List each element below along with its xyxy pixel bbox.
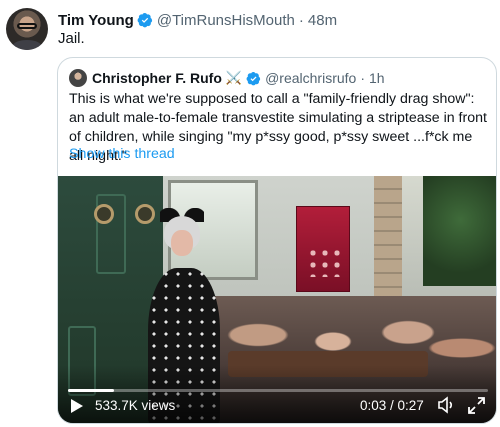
tweet-time[interactable]: 48m [308, 12, 337, 29]
performer-face [171, 230, 193, 256]
verified-badge-icon [137, 13, 152, 28]
quoted-time[interactable]: 1h [369, 70, 385, 86]
avatar-shirt [12, 40, 42, 50]
verified-badge-icon [246, 71, 261, 85]
video-player[interactable]: 533.7K views 0:03 / 0:27 [58, 176, 496, 423]
video-controls: 533.7K views 0:03 / 0:27 [58, 394, 496, 422]
wall-sconce [94, 204, 114, 224]
tweet-text: Jail. [58, 30, 85, 47]
fullscreen-icon[interactable] [467, 396, 486, 415]
show-thread-link[interactable]: Show this thread [69, 146, 175, 162]
quoted-header: Christopher F. Rufo ⚔️ @realchrisrufo · … [69, 68, 385, 88]
video-scene-stone [374, 176, 402, 306]
quoted-tweet[interactable]: Christopher F. Rufo ⚔️ @realchrisrufo · … [57, 57, 497, 424]
avatar-glasses [17, 23, 37, 29]
volume-icon[interactable] [437, 395, 457, 415]
quoted-author-name[interactable]: Christopher F. Rufo [92, 70, 222, 86]
video-progress-bar[interactable] [68, 389, 488, 392]
video-progress-fill [68, 389, 115, 392]
play-icon[interactable] [70, 398, 84, 414]
author-handle[interactable]: @TimRunsHisMouth [157, 12, 295, 29]
separator-dot: · [360, 70, 365, 86]
video-scene-poster [296, 206, 350, 292]
tweet-header: Tim Young @TimRunsHisMouth · 48m [58, 10, 337, 30]
author-avatar[interactable] [6, 8, 48, 50]
swords-icon: ⚔️ [225, 70, 243, 85]
video-scene-plant [423, 176, 496, 286]
video-views: 533.7K views [95, 398, 176, 413]
video-time: 0:03 / 0:27 [360, 398, 424, 413]
author-name[interactable]: Tim Young [58, 12, 134, 29]
separator-dot: · [298, 11, 304, 29]
quoted-avatar[interactable] [69, 69, 87, 87]
quoted-handle[interactable]: @realchrisrufo [265, 70, 356, 86]
